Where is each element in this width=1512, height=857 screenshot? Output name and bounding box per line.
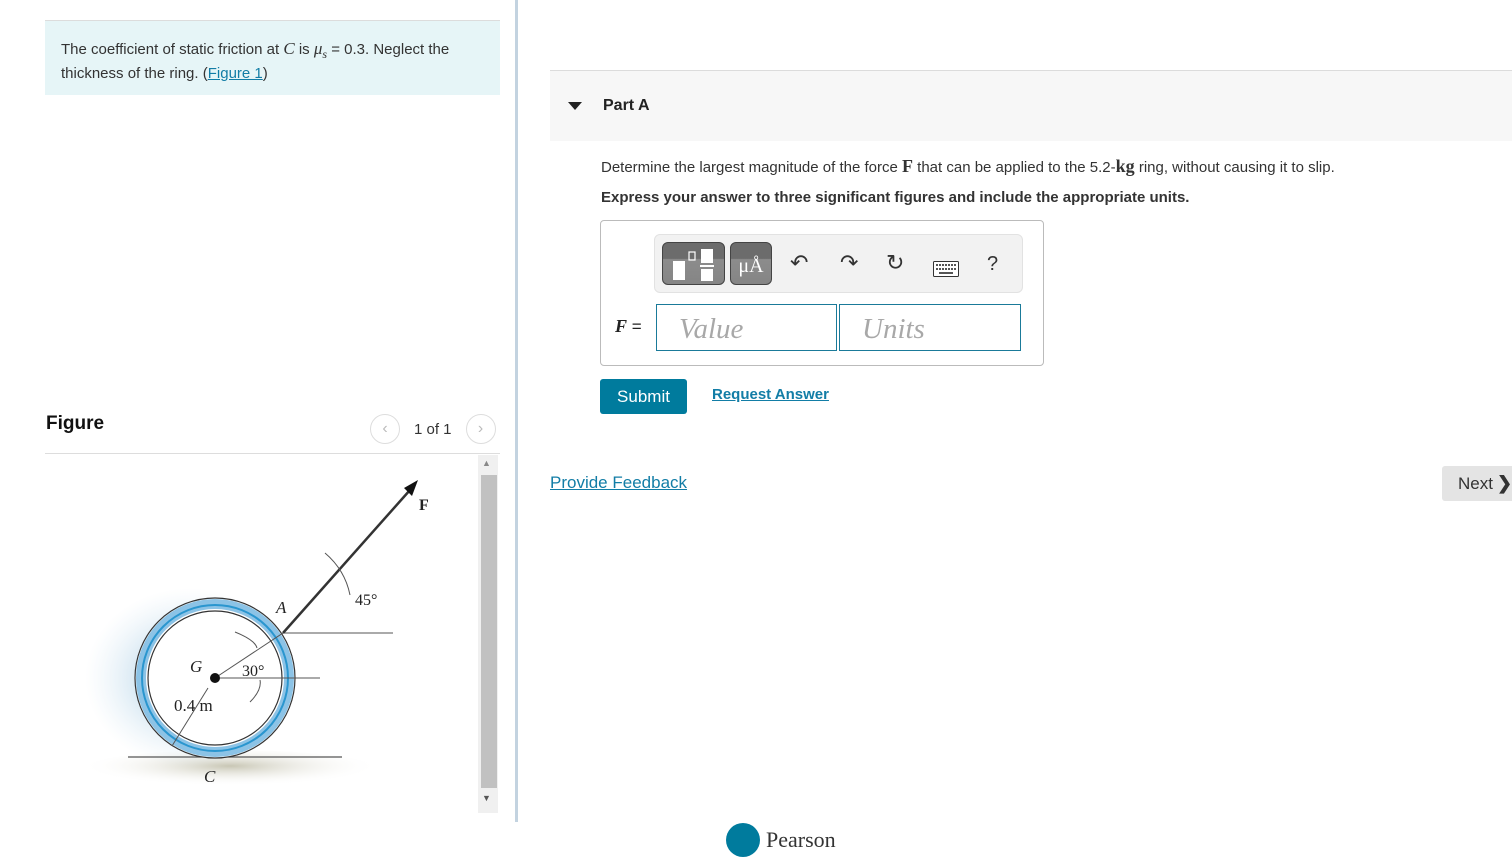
question-unit: kg — [1115, 156, 1135, 176]
submit-button[interactable]: Submit — [600, 379, 687, 414]
figure-link[interactable]: Figure 1 — [208, 65, 263, 82]
ring-figure: F A G C 45° 30° 0.4 m — [80, 480, 429, 790]
label-center-g: G — [190, 657, 202, 676]
answer-variable-label: F = — [615, 316, 642, 337]
figure-divider — [45, 453, 500, 454]
label-force: F — [419, 497, 429, 514]
keyboard-icon[interactable] — [933, 257, 959, 283]
part-a-header[interactable]: Part A — [550, 71, 1512, 141]
part-a-label: Part A — [603, 97, 650, 114]
provide-feedback-link[interactable]: Provide Feedback — [550, 473, 687, 493]
variable-f: F — [615, 316, 628, 336]
question-text: Determine the largest magnitude of the f… — [601, 156, 1335, 177]
templates-button[interactable] — [662, 242, 725, 285]
request-answer-link[interactable]: Request Answer — [712, 386, 829, 403]
collapse-caret-icon[interactable] — [568, 102, 582, 110]
units-symbol-icon: μÅ — [738, 255, 764, 277]
chevron-right-icon: › — [477, 420, 484, 437]
next-button[interactable]: Next ❯ — [1442, 466, 1512, 501]
figure-prev-button[interactable]: ‹ — [370, 414, 400, 444]
scroll-down-arrow-icon[interactable]: ▼ — [482, 793, 491, 803]
keyboard-glyph — [933, 261, 959, 277]
label-angle-45: 45° — [355, 592, 377, 609]
help-icon[interactable]: ? — [987, 253, 998, 276]
value-input[interactable] — [656, 304, 837, 351]
figure-next-button[interactable]: › — [465, 414, 496, 444]
redo-icon[interactable]: ↷ — [840, 250, 858, 276]
label-contact-c: C — [204, 767, 216, 786]
label-angle-30: 30° — [242, 663, 264, 680]
units-button[interactable]: μÅ — [730, 242, 772, 285]
point-c-symbol: C — [283, 39, 295, 58]
reset-icon[interactable]: ↻ — [886, 250, 904, 276]
problem-intro: The coefficient of static friction at C … — [45, 20, 500, 95]
pearson-footer: Pearson — [726, 823, 836, 857]
figure-pager-text: 1 of 1 — [414, 420, 452, 438]
instruction-text: Express your answer to three significant… — [601, 189, 1190, 206]
fraction-template-icon — [673, 249, 714, 281]
chevron-left-icon: ‹ — [382, 420, 388, 437]
force-line — [282, 489, 411, 634]
question-after: ring, without causing it to slip. — [1134, 159, 1335, 176]
pearson-logo-icon — [726, 823, 760, 857]
intro-text-is: is — [294, 41, 314, 58]
next-label: Next — [1458, 473, 1493, 493]
equals-sign: = — [627, 317, 642, 336]
scroll-up-arrow-icon[interactable]: ▲ — [482, 458, 491, 468]
angle-arc-45 — [324, 552, 351, 596]
column-divider — [515, 0, 518, 822]
label-point-a: A — [275, 598, 287, 617]
chevron-right-icon: ❯ — [1496, 473, 1512, 493]
figure-title: Figure — [46, 413, 105, 434]
units-input[interactable] — [839, 304, 1021, 351]
figure-scrollbar-thumb[interactable] — [481, 475, 497, 788]
question-before: Determine the largest magnitude of the f… — [601, 159, 902, 176]
question-force-symbol: F — [902, 156, 913, 176]
figure-pager: ‹ 1 of 1 › — [370, 414, 496, 444]
undo-icon[interactable]: ↶ — [790, 250, 808, 276]
intro-close-paren: ) — [262, 65, 268, 82]
intro-text: The coefficient of static friction at — [61, 41, 284, 58]
center-dot — [210, 673, 220, 683]
question-mid: that can be applied to the 5.2- — [913, 159, 1116, 176]
pearson-brand: Pearson — [766, 827, 836, 852]
label-radius: 0.4 m — [174, 696, 213, 715]
